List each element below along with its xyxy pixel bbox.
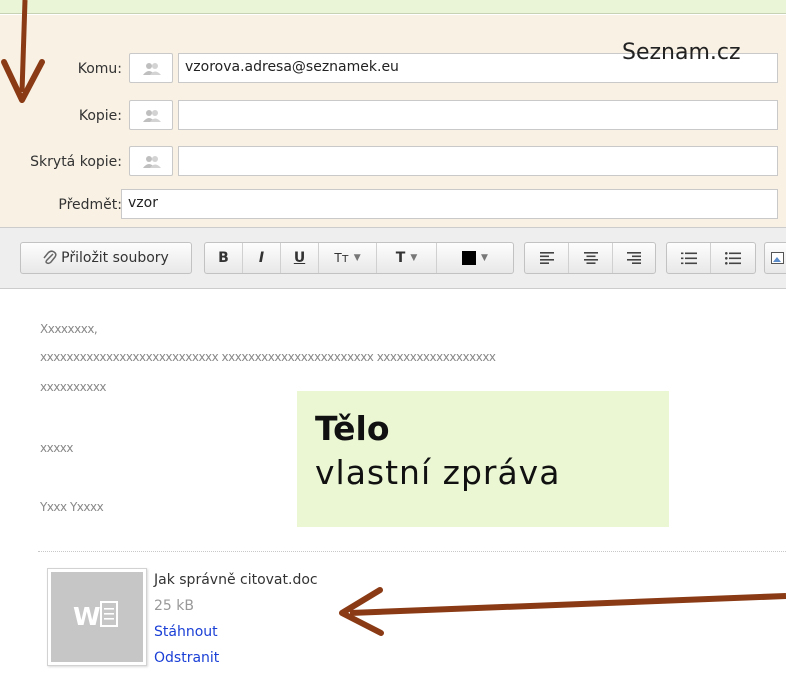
align-center-icon <box>583 252 598 264</box>
service-name: Seznam.cz <box>622 40 741 65</box>
font-style-label: T <box>395 250 406 266</box>
text-color-dropdown[interactable]: ▼ <box>437 243 513 273</box>
chevron-down-icon: ▼ <box>353 253 361 263</box>
cc-label: Kopie: <box>78 108 122 124</box>
numbered-list-icon <box>680 252 697 264</box>
subject-label: Předmět: <box>58 197 122 213</box>
to-label: Komu: <box>77 61 122 77</box>
font-size-label: Tт <box>334 251 349 265</box>
arrow-left-annotation <box>339 587 786 636</box>
attachment-filename: Jak správně citovat.doc <box>154 572 318 588</box>
bold-button[interactable]: B <box>205 243 243 273</box>
font-size-dropdown[interactable]: Tт ▼ <box>319 243 377 273</box>
chevron-down-icon: ▼ <box>481 253 488 263</box>
bcc-input[interactable] <box>178 146 778 176</box>
align-left-button[interactable] <box>525 243 569 273</box>
body-callout: Tělo vlastní zpráva <box>297 391 669 527</box>
contacts-icon <box>143 63 161 75</box>
message-line: Xxxxxxxx, <box>40 322 98 336</box>
bullet-list-icon <box>725 251 741 265</box>
align-right-button[interactable] <box>613 243 655 273</box>
contacts-icon <box>143 110 161 122</box>
align-center-button[interactable] <box>569 243 613 273</box>
align-group <box>524 242 656 274</box>
image-icon <box>771 251 784 264</box>
format-group: B I U Tт ▼ T ▼ ▼ <box>204 242 514 274</box>
attach-files-group: Přiložit soubory <box>20 242 192 274</box>
message-line: Yxxx Yxxxx <box>40 500 104 514</box>
list-group <box>666 242 756 274</box>
attachment-separator <box>38 551 786 552</box>
remove-link[interactable]: Odstranit <box>154 650 219 666</box>
message-line: xxxxx <box>40 441 74 455</box>
bcc-label: Skrytá kopie: <box>30 154 122 170</box>
color-swatch-icon <box>462 251 477 265</box>
cc-input[interactable] <box>178 100 778 130</box>
svg-text:W: W <box>73 602 101 631</box>
numbered-list-button[interactable] <box>667 243 711 273</box>
bcc-contacts-button[interactable] <box>129 146 173 176</box>
cc-contacts-button[interactable] <box>129 100 173 130</box>
callout-title: Tělo <box>315 409 390 448</box>
bullet-list-button[interactable] <box>711 243 755 273</box>
download-link[interactable]: Stáhnout <box>154 624 218 640</box>
attach-files-button[interactable]: Přiložit soubory <box>21 243 191 273</box>
font-style-dropdown[interactable]: T ▼ <box>377 243 437 273</box>
align-right-icon <box>627 252 641 264</box>
paperclip-icon <box>43 250 57 265</box>
top-banner <box>0 0 786 14</box>
insert-image-group <box>764 242 786 274</box>
message-line: xxxxxxxxxx <box>40 380 107 394</box>
italic-button[interactable]: I <box>243 243 281 273</box>
editor-toolbar: Přiložit soubory B I U Tт ▼ T ▼ ▼ <box>0 227 786 289</box>
attach-files-label: Přiložit soubory <box>61 250 169 266</box>
callout-subtitle: vlastní zpráva <box>315 453 561 492</box>
underline-button[interactable]: U <box>281 243 319 273</box>
attachment-size: 25 kB <box>154 598 194 614</box>
attachment-thumbnail[interactable]: W <box>47 568 147 666</box>
subject-input[interactable]: vzor <box>121 189 778 219</box>
align-left-icon <box>539 252 554 264</box>
message-line: xxxxxxxxxxxxxxxxxxxxxxxxxxx xxxxxxxxxxxx… <box>40 350 496 364</box>
word-document-icon: W <box>73 601 118 631</box>
chevron-down-icon: ▼ <box>410 253 418 263</box>
to-contacts-button[interactable] <box>129 53 173 83</box>
contacts-icon <box>143 156 161 168</box>
insert-image-button[interactable] <box>765 243 786 273</box>
